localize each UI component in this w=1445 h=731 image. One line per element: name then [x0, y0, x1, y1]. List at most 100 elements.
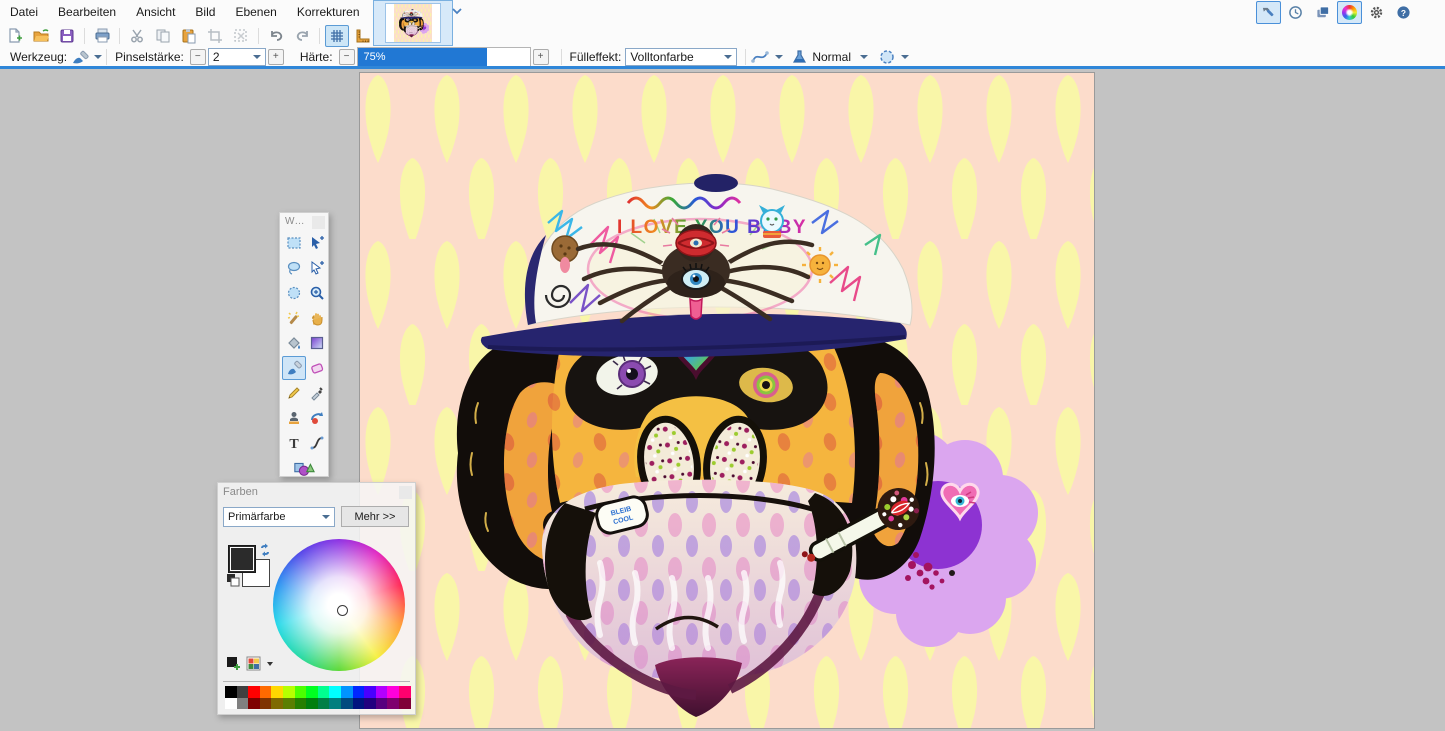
hardness-increase-button[interactable]: +	[533, 49, 549, 65]
palette-swatch[interactable]	[306, 686, 318, 698]
palette-swatch[interactable]	[248, 686, 260, 698]
history-window-toggle[interactable]	[1283, 1, 1308, 24]
chevron-down-icon[interactable]	[94, 55, 102, 59]
image-list-chevron[interactable]	[450, 4, 464, 21]
palette-swatch[interactable]	[387, 698, 399, 710]
tool-move-selection[interactable]	[305, 256, 329, 280]
tool-color-picker[interactable]	[305, 381, 329, 405]
open-button[interactable]	[29, 25, 53, 47]
palette-swatch[interactable]	[260, 698, 272, 710]
tool-magic-wand[interactable]	[282, 306, 306, 330]
tool-gradient[interactable]	[305, 331, 329, 355]
tool-line-curve[interactable]	[305, 431, 329, 455]
cut-button[interactable]	[125, 25, 149, 47]
palette-swatch[interactable]	[399, 698, 411, 710]
new-file-button[interactable]	[3, 25, 27, 47]
menu-bild[interactable]: Bild	[185, 1, 225, 23]
colors-window-toggle[interactable]	[1337, 1, 1362, 24]
canvas[interactable]	[360, 73, 1094, 728]
undo-button[interactable]	[264, 25, 288, 47]
palette-swatch[interactable]	[283, 686, 295, 698]
brush-width-combobox[interactable]: 2	[208, 48, 266, 66]
grid-toggle-button[interactable]	[325, 25, 349, 47]
add-color-icon[interactable]	[226, 656, 241, 671]
settings-button[interactable]	[1364, 1, 1389, 24]
menu-datei[interactable]: Datei	[0, 1, 48, 23]
tool-rectangle-select[interactable]	[282, 231, 306, 255]
palette-swatch[interactable]	[306, 698, 318, 710]
palette-swatch[interactable]	[387, 686, 399, 698]
palette-swatch[interactable]	[364, 686, 376, 698]
tool-paint-bucket[interactable]	[282, 331, 306, 355]
color-mode-dropdown[interactable]: Primärfarbe	[223, 507, 335, 527]
palette-swatch[interactable]	[237, 698, 249, 710]
more-button[interactable]: Mehr >>	[341, 506, 409, 527]
primary-color-swatch[interactable]	[228, 545, 256, 573]
tool-clone-stamp[interactable]	[282, 406, 306, 430]
palette-swatch[interactable]	[225, 686, 237, 698]
tool-pan[interactable]	[305, 306, 329, 330]
brush-width-increase-button[interactable]: +	[268, 49, 284, 65]
palette-swatch[interactable]	[376, 698, 388, 710]
tool-paintbrush[interactable]	[282, 356, 306, 380]
palette-swatch[interactable]	[248, 698, 260, 710]
palette-swatch[interactable]	[318, 698, 330, 710]
chevron-down-icon[interactable]	[267, 662, 273, 666]
colors-panel-close-button[interactable]	[399, 486, 412, 499]
palette-swatch[interactable]	[271, 698, 283, 710]
fill-style-combobox[interactable]: Volltonfarbe	[625, 48, 737, 66]
paste-button[interactable]	[177, 25, 201, 47]
color-wheel-cursor[interactable]	[337, 605, 348, 616]
menu-ebenen[interactable]: Ebenen	[225, 1, 286, 23]
palette-swatch[interactable]	[341, 698, 353, 710]
palette-swatch[interactable]	[260, 686, 272, 698]
image-tab-selected[interactable]	[373, 0, 453, 46]
palette-swatch[interactable]	[237, 686, 249, 698]
menu-bearbeiten[interactable]: Bearbeiten	[48, 1, 126, 23]
tool-recolor[interactable]	[305, 406, 329, 430]
tool-lasso-select[interactable]	[282, 256, 306, 280]
menu-korrekturen[interactable]: Korrekturen	[287, 1, 370, 23]
help-button[interactable]: ?	[1391, 1, 1416, 24]
palette-manager-icon[interactable]	[246, 656, 262, 671]
palette-swatch[interactable]	[341, 686, 353, 698]
ruler-toggle-button[interactable]	[351, 25, 375, 47]
brush-width-decrease-button[interactable]: −	[190, 49, 206, 65]
copy-button[interactable]	[151, 25, 175, 47]
chevron-down-icon[interactable]	[901, 55, 909, 59]
hardness-decrease-button[interactable]: −	[339, 49, 355, 65]
palette-swatch[interactable]	[283, 698, 295, 710]
menu-ansicht[interactable]: Ansicht	[126, 1, 185, 23]
palette-swatch[interactable]	[399, 686, 411, 698]
palette-swatch[interactable]	[295, 698, 307, 710]
palette-swatch[interactable]	[295, 686, 307, 698]
tool-eraser[interactable]	[305, 356, 329, 380]
tool-ellipse-select[interactable]	[282, 281, 306, 305]
palette-swatch[interactable]	[376, 686, 388, 698]
palette-swatch[interactable]	[364, 698, 376, 710]
palette-swatch[interactable]	[225, 698, 237, 710]
redo-button[interactable]	[290, 25, 314, 47]
palette-swatch[interactable]	[329, 698, 341, 710]
tool-text[interactable]: T	[282, 431, 306, 455]
tool-shapes[interactable]	[292, 456, 316, 480]
layers-window-toggle[interactable]	[1310, 1, 1335, 24]
palette-swatch[interactable]	[271, 686, 283, 698]
tool-pencil[interactable]	[282, 381, 306, 405]
crop-button[interactable]	[203, 25, 227, 47]
tools-window-toggle[interactable]	[1256, 1, 1281, 24]
tool-move-pixels[interactable]	[305, 231, 329, 255]
palette-swatch[interactable]	[318, 686, 330, 698]
palette-swatch[interactable]	[329, 686, 341, 698]
tool-zoom[interactable]	[305, 281, 329, 305]
swap-colors-icon[interactable]	[258, 543, 272, 557]
save-button[interactable]	[55, 25, 79, 47]
tools-panel-close-button[interactable]	[312, 216, 325, 229]
palette-swatch[interactable]	[353, 686, 365, 698]
deselect-button[interactable]	[229, 25, 253, 47]
default-colors-icon[interactable]	[226, 573, 240, 587]
chevron-down-icon[interactable]	[860, 55, 868, 59]
palette-swatch[interactable]	[353, 698, 365, 710]
print-button[interactable]	[90, 25, 114, 47]
chevron-down-icon[interactable]	[775, 55, 783, 59]
